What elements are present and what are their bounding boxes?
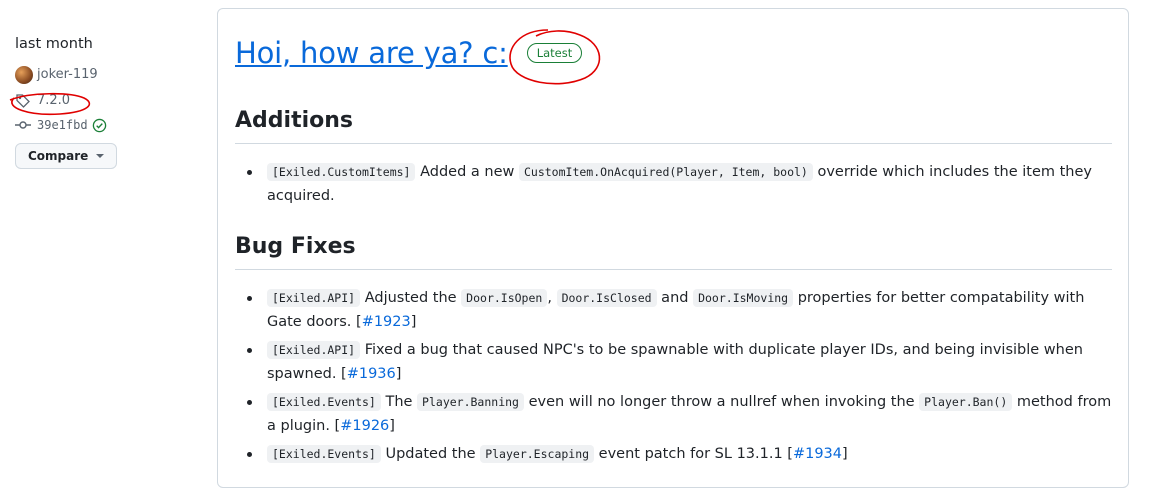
inline-code: CustomItem.OnAcquired(Player, Item, bool… — [518, 163, 813, 181]
bug-fixes-list: [Exiled.API] Adjusted the Door.IsOpen, D… — [235, 286, 1112, 470]
avatar[interactable] — [15, 66, 33, 84]
release-title[interactable]: Hoi, how are ya? c: — [235, 35, 508, 71]
item-text: even will no longer throw a nullref when… — [523, 394, 920, 410]
latest-badge: Latest — [526, 43, 583, 63]
author-name[interactable]: joker-119 — [37, 65, 98, 85]
release-header: Hoi, how are ya? c: Latest — [235, 35, 583, 71]
item-text: ] — [842, 446, 848, 462]
pull-request-link[interactable]: #1936 — [347, 366, 396, 382]
release-date: last month — [15, 36, 93, 52]
item-text: ] — [395, 366, 402, 382]
inline-code: Door.IsClosed — [556, 289, 657, 307]
inline-code: [Exiled.Events] — [267, 445, 381, 463]
tag-icon — [16, 94, 30, 108]
list-item: [Exiled.Events] The Player.Banning even … — [247, 390, 1112, 438]
item-text: event patch for SL 13.1.1 [ — [594, 446, 793, 462]
pull-request-link[interactable]: #1923 — [362, 314, 411, 330]
chevron-down-icon — [96, 154, 105, 158]
compare-button[interactable]: Compare — [15, 143, 118, 169]
inline-code: [Exiled.CustomItems] — [267, 163, 416, 181]
commit-sha[interactable]: 39e1fbd — [37, 115, 88, 135]
list-item: [Exiled.API] Fixed a bug that caused NPC… — [247, 338, 1112, 386]
inline-code: Door.IsOpen — [461, 289, 548, 307]
compare-button-label: Compare — [28, 149, 89, 163]
item-text: ] — [410, 314, 417, 330]
section-heading-additions: Additions — [235, 107, 1112, 144]
release-sidebar: last month joker-119 7.2.0 39e1fbd Compa… — [15, 34, 205, 169]
inline-code: Player.Escaping — [480, 445, 595, 463]
git-commit-icon — [15, 121, 31, 129]
inline-code: [Exiled.API] — [267, 289, 361, 307]
verified-check-icon[interactable] — [92, 118, 107, 133]
list-item: [Exiled.Events] Updated the Player.Escap… — [247, 442, 1112, 466]
inline-code: [Exiled.Events] — [267, 393, 381, 411]
item-text: Updated the — [380, 446, 481, 462]
tag-row[interactable]: 7.2.0 — [15, 91, 205, 111]
item-text: Added a new — [415, 164, 519, 180]
additions-list: [Exiled.CustomItems] Added a new CustomI… — [235, 160, 1112, 212]
release-card: Hoi, how are ya? c: Latest Additions [Ex… — [217, 8, 1129, 488]
list-item: [Exiled.API] Adjusted the Door.IsOpen, D… — [247, 286, 1112, 334]
pull-request-link[interactable]: #1926 — [340, 418, 389, 434]
tag-name[interactable]: 7.2.0 — [37, 91, 70, 111]
author-row[interactable]: joker-119 — [15, 65, 205, 85]
inline-code: Player.Ban() — [919, 393, 1013, 411]
item-text: and — [656, 290, 694, 306]
inline-code: Door.IsMoving — [693, 289, 794, 307]
section-heading-bug-fixes: Bug Fixes — [235, 233, 1112, 270]
inline-code: Player.Banning — [417, 393, 524, 411]
item-text: , — [547, 290, 557, 306]
item-text: ] — [389, 418, 395, 434]
pull-request-link[interactable]: #1934 — [793, 446, 842, 462]
item-text: The — [380, 394, 418, 410]
list-item: [Exiled.CustomItems] Added a new CustomI… — [247, 160, 1112, 208]
commit-row[interactable]: 39e1fbd — [15, 115, 205, 135]
inline-code: [Exiled.API] — [267, 341, 361, 359]
item-text: Adjusted the — [360, 290, 462, 306]
